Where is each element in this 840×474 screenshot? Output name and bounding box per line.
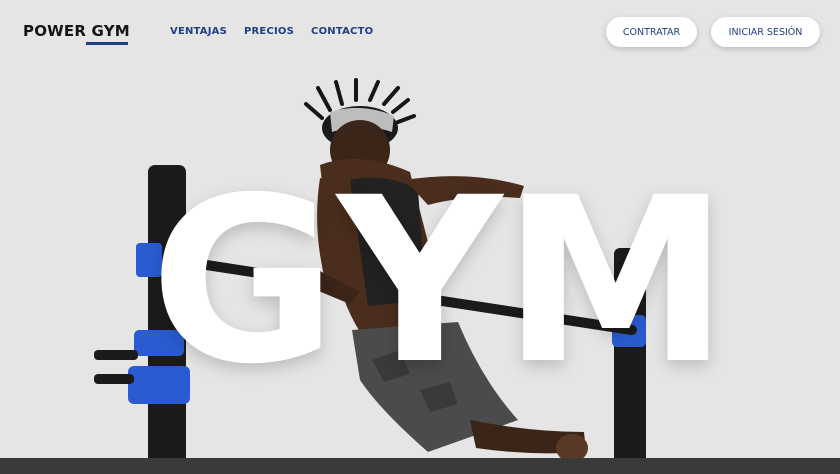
hero-headline: G Y M xyxy=(150,148,729,414)
main-nav: VENTAJAS PRECIOS CONTACTO xyxy=(170,26,373,37)
nav-link-contacto[interactable]: CONTACTO xyxy=(311,26,373,37)
hero-section: G Y M xyxy=(0,0,840,474)
headline-letter: M xyxy=(502,148,730,414)
contratar-button[interactable]: CONTRATAR xyxy=(606,17,697,47)
headline-letter: G xyxy=(150,148,338,414)
bottom-strip xyxy=(0,458,840,474)
brand-logo[interactable]: POWER GYM xyxy=(23,22,130,40)
nav-link-ventajas[interactable]: VENTAJAS xyxy=(170,26,227,37)
top-navbar: POWER GYM VENTAJAS PRECIOS CONTACTO CONT… xyxy=(0,0,840,64)
login-button[interactable]: INICIAR SESIÓN xyxy=(711,17,820,47)
nav-link-precios[interactable]: PRECIOS xyxy=(244,26,294,37)
logo-underline xyxy=(86,42,128,45)
headline-letter: Y xyxy=(337,148,503,414)
